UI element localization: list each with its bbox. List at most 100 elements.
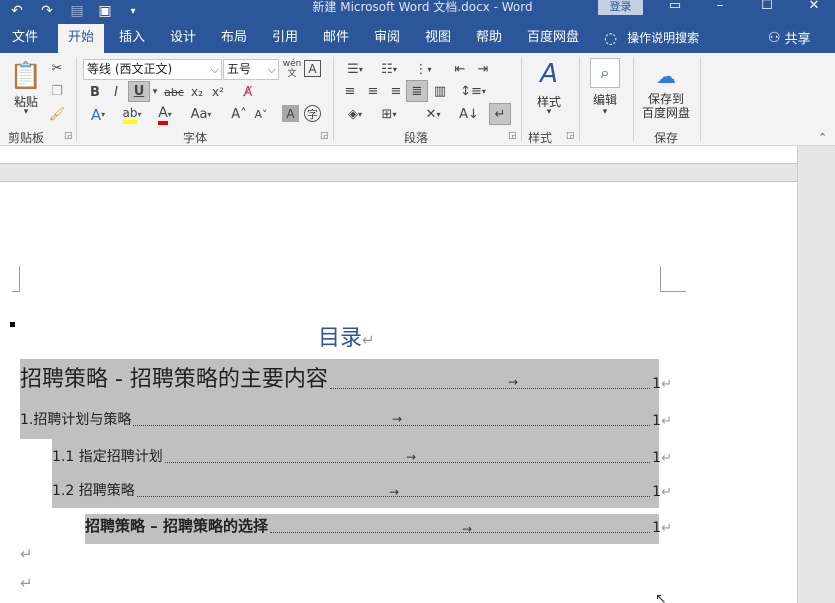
selection-highlight bbox=[52, 475, 659, 508]
increase-indent-icon[interactable]: ⇥ bbox=[473, 59, 493, 79]
toc-entry-level2[interactable]: 1.2 招聘策略 → 1 ↵ bbox=[20, 475, 672, 508]
group-divider bbox=[76, 57, 77, 141]
text-effects-icon[interactable]: A ▾ bbox=[86, 104, 110, 125]
borders-icon[interactable]: ⊞ ▾ bbox=[374, 104, 404, 125]
line-spacing-icon[interactable]: ↕≡ ▾ bbox=[458, 81, 488, 101]
sort-icon[interactable]: A↓ bbox=[458, 104, 480, 125]
phonetic-guide-bottom: 文 bbox=[287, 69, 297, 79]
title-bar: ↶ ↷ ▤ ▣ ▾ 新建 Microsoft Word 文档.docx - Wo… bbox=[0, 0, 835, 22]
styles-launcher-icon[interactable]: ◲ bbox=[566, 131, 575, 141]
maximize-icon[interactable]: ☐ bbox=[744, 0, 790, 16]
chevron-down-icon[interactable]: ⌵ bbox=[211, 60, 219, 79]
superscript-icon[interactable]: x² bbox=[209, 82, 227, 102]
paragraph-mark: ↵ bbox=[661, 377, 672, 392]
grow-font-icon[interactable]: A˄ bbox=[230, 104, 248, 125]
chinese-layout-icon[interactable]: ✕ ▾ bbox=[418, 104, 448, 125]
font-launcher-icon[interactable]: ◲ bbox=[320, 131, 329, 141]
change-case-icon[interactable]: Aa ▾ bbox=[186, 104, 216, 125]
editing-button[interactable]: 编辑 bbox=[583, 91, 627, 108]
styles-dropdown-icon[interactable]: ▾ bbox=[541, 107, 557, 117]
numbering-icon[interactable]: ☷ ▾ bbox=[374, 59, 404, 79]
close-icon[interactable]: ✕ bbox=[791, 0, 835, 16]
person-icon: ⚇ bbox=[768, 29, 781, 46]
tab-review[interactable]: 审阅 bbox=[365, 24, 409, 53]
align-left-icon[interactable]: ≡ bbox=[340, 81, 360, 101]
phonetic-guide-icon[interactable]: wén 文 bbox=[283, 58, 302, 80]
save-to-baidu-button[interactable]: 保存到 百度网盘 bbox=[638, 92, 694, 120]
vertical-scroll-area[interactable] bbox=[797, 146, 835, 603]
group-divider bbox=[633, 57, 634, 141]
tab-home[interactable]: 开始 bbox=[58, 24, 104, 53]
show-formatting-marks-icon[interactable]: ↵ bbox=[489, 103, 511, 125]
tab-baidu-netdisk[interactable]: 百度网盘 bbox=[522, 24, 584, 53]
paragraph-mark: ↵ bbox=[661, 414, 672, 429]
underline-dropdown-icon[interactable]: ▾ bbox=[150, 82, 160, 102]
underline-icon[interactable]: U bbox=[128, 81, 150, 102]
copy-icon[interactable]: ❐ bbox=[48, 82, 66, 100]
paste-dropdown-icon[interactable]: ▾ bbox=[18, 107, 34, 117]
format-painter-icon[interactable]: 🖌 bbox=[48, 105, 66, 123]
shading-icon[interactable]: ◈ ▾ bbox=[340, 104, 370, 125]
align-right-icon[interactable]: ≡ bbox=[386, 81, 406, 101]
styles-group-label: 样式 bbox=[528, 131, 553, 145]
paragraph-launcher-icon[interactable]: ◲ bbox=[508, 131, 517, 141]
toc-entry-text: 招聘策略 – 招聘策略的选择 bbox=[85, 517, 268, 535]
tell-me-search[interactable]: ◌ 操作说明搜索 bbox=[604, 22, 699, 53]
tab-mark: → bbox=[406, 450, 417, 464]
tab-mark: → bbox=[462, 522, 473, 536]
styles-gallery-icon[interactable]: A bbox=[531, 57, 567, 91]
italic-icon[interactable]: I bbox=[107, 82, 125, 102]
paragraph-mark: ↵ bbox=[20, 545, 33, 563]
distributed-icon[interactable]: ▥ bbox=[430, 81, 450, 101]
font-size-value: 五号 bbox=[227, 62, 252, 76]
tab-references[interactable]: 引用 bbox=[263, 24, 307, 53]
font-color-icon[interactable]: A ▾ bbox=[152, 104, 178, 125]
collapse-ribbon-icon[interactable]: ⌃ bbox=[818, 131, 827, 144]
baidu-netdisk-icon[interactable]: ☁ bbox=[650, 63, 682, 89]
chevron-down-icon[interactable]: ⌵ bbox=[268, 60, 276, 79]
toc-entry-level1[interactable]: 1.招聘计划与策略 → 1 ↵ bbox=[20, 401, 672, 439]
group-divider bbox=[333, 57, 334, 141]
toc-title[interactable]: 目录↵ bbox=[318, 320, 375, 352]
decrease-indent-icon[interactable]: ⇤ bbox=[450, 59, 470, 79]
ribbon-display-options-icon[interactable]: ▭ bbox=[652, 0, 698, 16]
toc-entry-level2[interactable]: 1.1 指定招聘计划 → 1 ↵ bbox=[20, 439, 672, 475]
align-center-icon[interactable]: ≡ bbox=[363, 81, 383, 101]
toc-entry-level3[interactable]: 招聘策略 – 招聘策略的选择 → 1 ↵ bbox=[20, 508, 672, 544]
tab-insert[interactable]: 插入 bbox=[110, 24, 154, 53]
tab-help[interactable]: 帮助 bbox=[467, 24, 511, 53]
clear-formatting-icon[interactable]: A̸ bbox=[239, 82, 257, 102]
save-group-label: 保存 bbox=[654, 131, 679, 145]
crop-mark-right bbox=[660, 266, 686, 292]
ribbon-home: 📋 粘贴 ▾ ✂ ❐ 🖌 剪贴板 ◲ 等线 (西文正文) ⌵ 五号 ⌵ wén … bbox=[0, 53, 835, 146]
tab-layout[interactable]: 布局 bbox=[212, 24, 256, 53]
subscript-icon[interactable]: x₂ bbox=[188, 82, 206, 102]
tab-mailings[interactable]: 邮件 bbox=[314, 24, 358, 53]
justify-icon[interactable]: ≣ bbox=[406, 80, 428, 102]
font-name-combo[interactable]: 等线 (西文正文) ⌵ bbox=[83, 59, 222, 80]
group-divider bbox=[700, 57, 701, 141]
find-icon[interactable]: ⌕ bbox=[590, 58, 620, 88]
tab-design[interactable]: 设计 bbox=[161, 24, 205, 53]
bold-icon[interactable]: B bbox=[86, 82, 104, 102]
character-shading-icon[interactable]: A bbox=[282, 105, 299, 122]
cut-icon[interactable]: ✂ bbox=[48, 59, 66, 77]
paste-icon[interactable]: 📋 bbox=[10, 59, 42, 93]
minimize-icon[interactable]: – bbox=[697, 0, 743, 16]
clipboard-launcher-icon[interactable]: ◲ bbox=[64, 131, 73, 141]
multilevel-list-icon[interactable]: ⋮ ▾ bbox=[408, 59, 438, 79]
login-button[interactable]: 登录 bbox=[598, 0, 643, 15]
tab-file[interactable]: 文件 bbox=[4, 24, 46, 53]
shrink-font-icon[interactable]: A˅ bbox=[252, 104, 270, 125]
share-button[interactable]: ⚇ 共享 bbox=[768, 22, 811, 53]
font-size-combo[interactable]: 五号 ⌵ bbox=[223, 59, 279, 80]
editing-dropdown-icon[interactable]: ▾ bbox=[597, 107, 613, 117]
highlight-icon[interactable]: ab ▾ bbox=[118, 104, 146, 125]
tab-view[interactable]: 视图 bbox=[416, 24, 460, 53]
bullets-icon[interactable]: ☰ ▾ bbox=[340, 59, 370, 79]
enclose-characters-icon[interactable]: 字 bbox=[304, 105, 321, 122]
toc-page-number: 1 bbox=[652, 413, 662, 429]
toc-entry-heading[interactable]: 招聘策略 - 招聘策略的主要内容 → 1 ↵ bbox=[20, 359, 672, 401]
strikethrough-icon[interactable]: abc bbox=[163, 82, 185, 102]
character-border-icon[interactable]: A bbox=[304, 60, 321, 77]
